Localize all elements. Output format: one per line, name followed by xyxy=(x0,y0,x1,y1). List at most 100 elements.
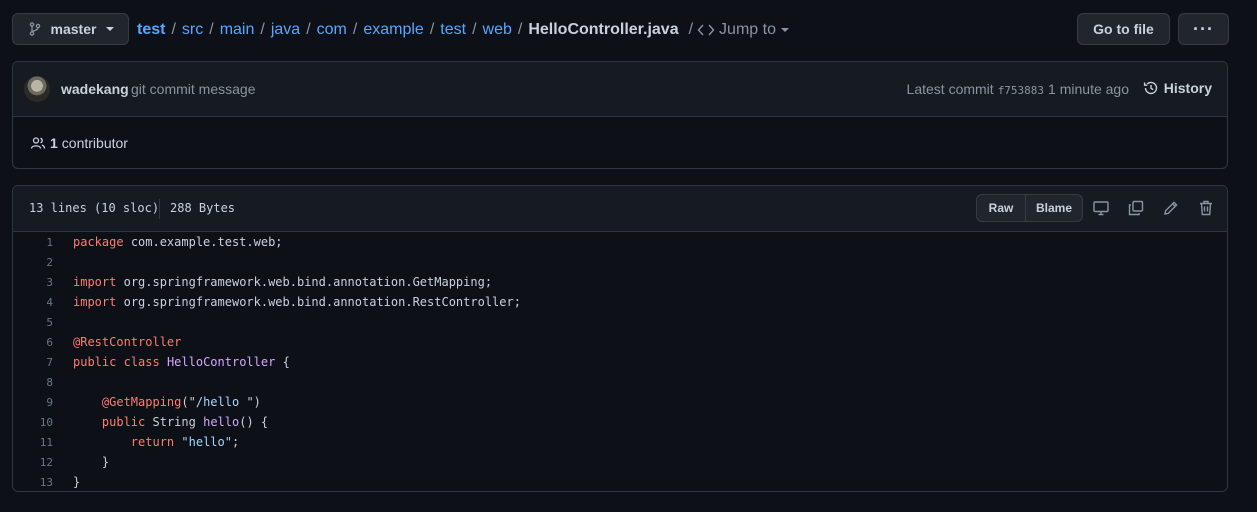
code-token: { xyxy=(282,355,290,369)
code-content: public String hello() { xyxy=(53,415,268,429)
line-number[interactable]: 8 xyxy=(13,376,53,389)
code-token: package xyxy=(73,235,124,249)
commit-meta: Latest commit f753883 1 minute ago xyxy=(907,81,1129,97)
code-content: import org.springframework.web.bind.anno… xyxy=(53,295,521,309)
contributors-label: contributor xyxy=(61,135,128,151)
blame-button[interactable]: Blame xyxy=(1026,195,1082,221)
code-token: (" xyxy=(181,395,196,409)
line-number[interactable]: 6 xyxy=(13,336,53,349)
latest-commit-label: Latest commit xyxy=(906,81,994,97)
code-line: 1 package com.example.test.web; xyxy=(13,232,1227,252)
breadcrumb-separator: / xyxy=(171,21,176,38)
code-token: hello xyxy=(203,415,240,429)
code-line: 13} xyxy=(13,472,1227,492)
line-number[interactable]: 7 xyxy=(13,356,53,369)
breadcrumb-repo-link[interactable]: test xyxy=(137,21,165,39)
code-token: import xyxy=(73,275,117,289)
code-content: package com.example.test.web; xyxy=(53,235,283,249)
pencil-icon[interactable] xyxy=(1162,199,1180,217)
people-icon xyxy=(30,135,46,151)
divider xyxy=(159,199,160,219)
breadcrumb-dir-link[interactable]: example xyxy=(363,21,423,39)
code-line: 10 public String hello() { xyxy=(13,412,1227,432)
line-number[interactable]: 9 xyxy=(13,396,53,409)
go-to-file-button[interactable]: Go to file xyxy=(1077,13,1170,45)
breadcrumb-separator: / xyxy=(260,21,265,38)
avatar[interactable] xyxy=(24,76,50,102)
code-token: return xyxy=(130,435,175,449)
commit-header: wadekang git commit message Latest commi… xyxy=(13,62,1227,117)
contributors-link[interactable]: 1 contributor xyxy=(30,135,128,151)
branch-selector-button[interactable]: master xyxy=(12,13,129,45)
jump-to-dropdown[interactable]: / Jump to xyxy=(689,21,789,39)
line-number[interactable]: 10 xyxy=(13,416,53,429)
breadcrumb: test / src / main / java / com / example… xyxy=(137,19,789,41)
breadcrumb-separator: / xyxy=(517,21,523,38)
commit-author-link[interactable]: wadekang xyxy=(61,81,129,97)
line-number[interactable]: 11 xyxy=(13,436,53,449)
code-token: "hello" xyxy=(181,435,232,449)
file-view-button-group: Raw Blame xyxy=(976,194,1083,222)
breadcrumb-dir-link[interactable]: web xyxy=(483,21,512,39)
copy-icon[interactable] xyxy=(1127,199,1145,217)
git-branch-icon xyxy=(27,21,43,37)
history-label: History xyxy=(1163,80,1212,96)
line-number[interactable]: 4 xyxy=(13,296,53,309)
code-token: /hello xyxy=(195,395,240,409)
commit-time: 1 minute ago xyxy=(1048,81,1129,97)
branch-name: master xyxy=(50,21,97,37)
breadcrumb-separator: / xyxy=(472,21,477,38)
code-line: 3 import org.springframework.web.bind.ann… xyxy=(13,272,1227,292)
code-content: } xyxy=(53,475,80,489)
code-line: 2 xyxy=(13,252,1227,272)
code-line: 5 xyxy=(13,312,1227,332)
history-icon xyxy=(1143,80,1159,96)
line-number[interactable]: 12 xyxy=(13,456,53,469)
code-token: @RestController xyxy=(73,335,182,349)
code-line: 8 xyxy=(13,372,1227,392)
commit-sha-link[interactable]: f753883 xyxy=(998,84,1044,97)
code-line: 6 @RestController xyxy=(13,332,1227,352)
history-link[interactable]: History xyxy=(1143,80,1212,96)
commit-box: wadekang git commit message Latest commi… xyxy=(12,61,1228,169)
code-token: public xyxy=(73,355,117,369)
raw-button[interactable]: Raw xyxy=(977,195,1026,221)
breadcrumb-dir-link[interactable]: src xyxy=(182,21,203,39)
breadcrumb-file-name: HelloController.java xyxy=(528,21,679,38)
desktop-icon[interactable] xyxy=(1092,199,1110,217)
code-token: String xyxy=(152,415,196,429)
code-token: import xyxy=(73,295,117,309)
code-line: 9 @GetMapping("/hello ") xyxy=(13,392,1227,412)
breadcrumb-separator: / xyxy=(352,21,358,38)
trash-icon[interactable] xyxy=(1197,199,1215,217)
breadcrumb-dir-link[interactable]: com xyxy=(317,21,347,39)
more-options-button[interactable]: ··· xyxy=(1178,13,1229,45)
chevron-down-icon xyxy=(780,28,789,32)
file-size: 288 Bytes xyxy=(170,201,236,215)
line-number[interactable]: 13 xyxy=(13,476,53,489)
breadcrumb-dir-link[interactable]: test xyxy=(440,21,466,39)
code-line: 7 public class HelloController { xyxy=(13,352,1227,372)
code-content: return "hello"; xyxy=(53,435,239,449)
code-token: } xyxy=(73,475,81,489)
code-token: ") xyxy=(246,395,261,409)
chevron-down-icon xyxy=(106,27,115,31)
commit-message-link[interactable]: git commit message xyxy=(131,81,255,97)
breadcrumb-separator: / xyxy=(306,21,311,38)
code-token: () { xyxy=(239,415,269,429)
breadcrumb-dir-link[interactable]: main xyxy=(220,21,255,39)
line-number[interactable]: 3 xyxy=(13,276,53,289)
file-line-count: 13 lines (10 sloc) xyxy=(29,201,160,215)
line-number[interactable]: 1 xyxy=(13,236,53,249)
code-token: org.springframework.web.bind.annotation.… xyxy=(123,275,493,289)
line-number[interactable]: 5 xyxy=(13,316,53,329)
breadcrumb-dir-link[interactable]: java xyxy=(271,21,300,39)
line-number[interactable]: 2 xyxy=(13,256,53,269)
code-token: } xyxy=(73,455,110,469)
file-viewer: 13 lines (10 sloc) 288 Bytes Raw Blame 1… xyxy=(12,185,1228,492)
contributors-count: 1 xyxy=(50,135,58,151)
jump-to-label: Jump to xyxy=(719,21,776,38)
code-line: 12 } xyxy=(13,452,1227,472)
